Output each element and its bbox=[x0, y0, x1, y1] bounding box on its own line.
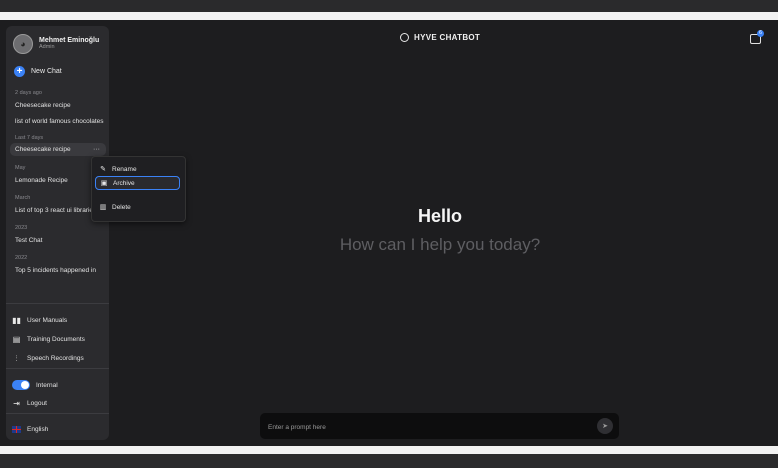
language-selector[interactable]: English bbox=[12, 426, 48, 433]
chat-item[interactable]: Cheesecake recipe bbox=[15, 102, 107, 109]
app-window: ◕ Mehmet Eminoğlu Admin + New Chat 2 day… bbox=[0, 20, 778, 446]
toggle-switch[interactable] bbox=[12, 380, 30, 390]
logo-icon bbox=[400, 33, 409, 42]
user-profile[interactable]: ◕ Mehmet Eminoğlu Admin bbox=[13, 31, 99, 57]
archive-label: Archive bbox=[113, 179, 135, 187]
chat-item-selected[interactable]: Cheesecake recipe ··· bbox=[10, 143, 106, 156]
rename-label: Rename bbox=[112, 165, 137, 173]
more-options-icon[interactable]: ··· bbox=[93, 143, 100, 156]
greeting-subtitle: How can I help you today? bbox=[339, 235, 541, 254]
top-chrome-bar bbox=[0, 0, 778, 12]
training-documents-label: Training Documents bbox=[27, 336, 85, 343]
group-label: Last 7 days bbox=[15, 135, 44, 141]
notification-badge: 6 bbox=[757, 30, 764, 37]
internal-label: Internal bbox=[36, 381, 58, 389]
greeting-heading: Hello bbox=[417, 206, 462, 226]
new-chat-label: New Chat bbox=[31, 68, 62, 75]
notifications-button[interactable]: 6 bbox=[750, 30, 764, 44]
send-icon: ➤ bbox=[602, 423, 608, 430]
divider bbox=[6, 303, 109, 304]
new-chat-button[interactable]: + New Chat bbox=[14, 66, 62, 77]
bottom-divider bbox=[0, 446, 778, 454]
bottom-chrome-bar bbox=[0, 454, 778, 468]
logout-icon: ⇥ bbox=[13, 399, 20, 408]
document-icon: ▤ bbox=[12, 335, 21, 344]
app-title: HYVE CHATBOT bbox=[400, 33, 480, 42]
group-label: March bbox=[15, 195, 31, 201]
chat-item[interactable]: Top 5 incidents happened in bbox=[15, 267, 107, 274]
language-label: English bbox=[27, 426, 49, 433]
plus-icon: + bbox=[14, 66, 25, 77]
pencil-icon: ✎ bbox=[100, 166, 106, 173]
waveform-icon: ⫶ bbox=[15, 353, 18, 363]
logout-button[interactable]: ⇥ Logout bbox=[12, 399, 47, 408]
book-icon: ▮▮ bbox=[12, 316, 21, 325]
avatar: ◕ bbox=[13, 34, 33, 54]
group-label: 2022 bbox=[15, 255, 28, 261]
speech-recordings-label: Speech Recordings bbox=[27, 355, 84, 362]
group-label: 2023 bbox=[15, 225, 28, 231]
app-title-text: HYVE CHATBOT bbox=[414, 33, 481, 42]
training-documents-link[interactable]: ▤ Training Documents bbox=[12, 335, 85, 344]
uk-flag-icon bbox=[12, 426, 21, 433]
archive-icon: ▣ bbox=[100, 180, 108, 187]
divider bbox=[6, 368, 109, 369]
prompt-bar: ➤ bbox=[260, 413, 619, 439]
divider bbox=[6, 413, 109, 414]
user-manuals-label: User Manuals bbox=[27, 317, 68, 324]
group-label: May bbox=[15, 165, 26, 171]
internal-toggle[interactable]: Internal bbox=[12, 380, 58, 390]
chat-item-label: Cheesecake recipe bbox=[15, 146, 71, 153]
group-label: 2 days ago bbox=[15, 90, 42, 96]
logout-label: Logout bbox=[27, 400, 47, 407]
rename-menu-item[interactable]: ✎ Rename bbox=[95, 162, 180, 176]
sidebar: ◕ Mehmet Eminoğlu Admin + New Chat 2 day… bbox=[6, 26, 109, 440]
send-button[interactable]: ➤ bbox=[597, 418, 613, 434]
user-manuals-link[interactable]: ▮▮ User Manuals bbox=[12, 316, 67, 325]
speech-recordings-link[interactable]: ⫶ Speech Recordings bbox=[12, 354, 84, 363]
archive-menu-item[interactable]: ▣ Archive bbox=[95, 176, 180, 190]
prompt-input[interactable] bbox=[266, 419, 590, 435]
chat-item[interactable]: list of world famous chocolates bbox=[15, 118, 107, 125]
user-role: Admin bbox=[39, 43, 55, 50]
top-divider bbox=[0, 12, 778, 20]
